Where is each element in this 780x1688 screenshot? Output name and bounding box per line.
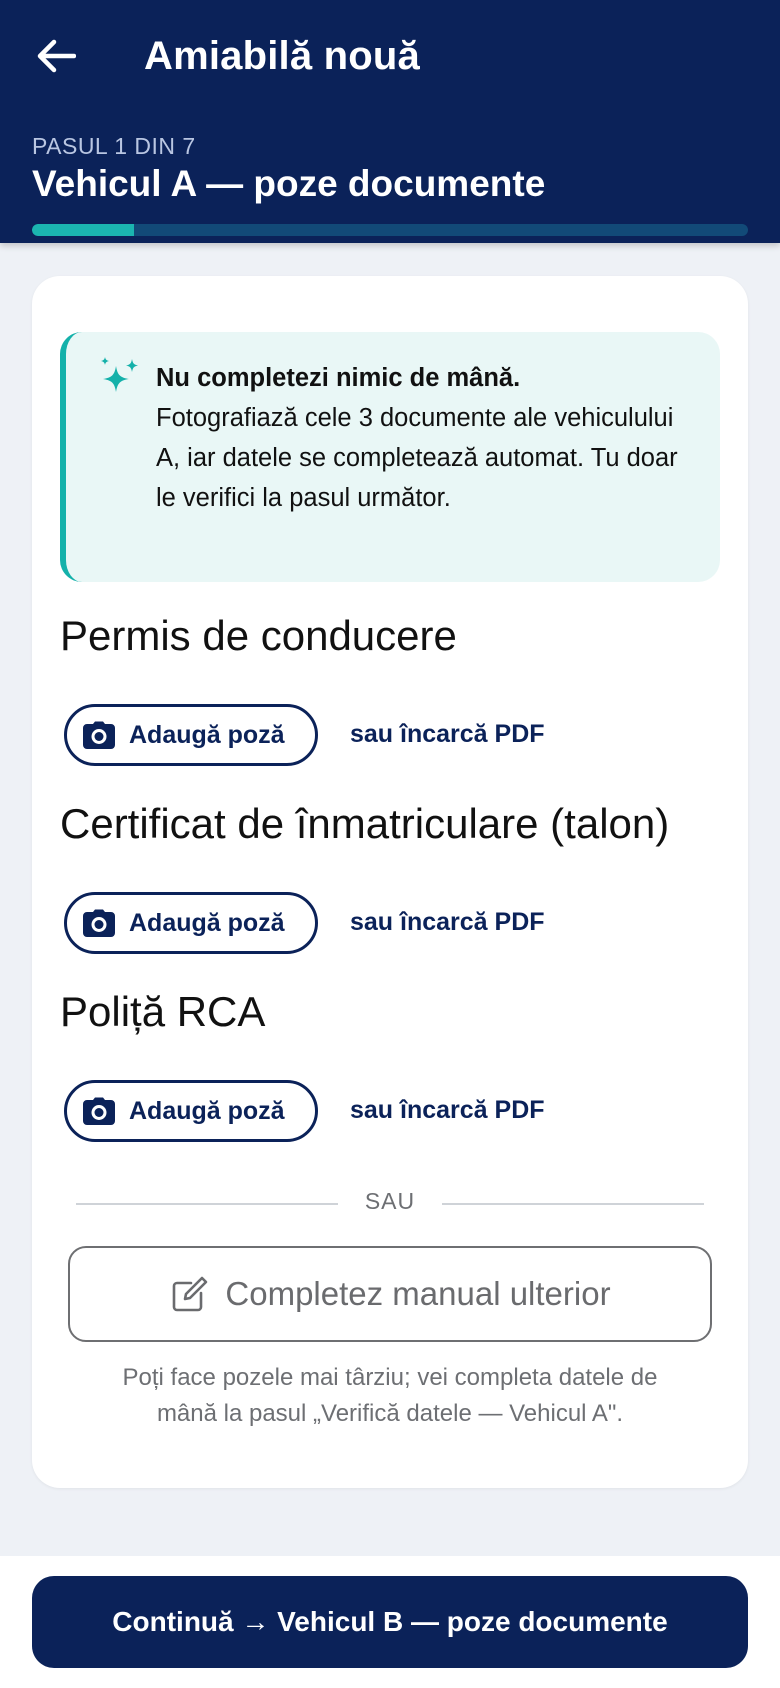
camera-icon: [83, 909, 115, 937]
continue-button[interactable]: Continuă → Vehicul B — poze documente: [32, 1576, 748, 1668]
add-photo-label: Adaugă poză: [129, 908, 285, 937]
back-button[interactable]: [28, 28, 84, 84]
step-title: Vehicul A — poze documente: [32, 163, 546, 204]
bottom-bar: Continuă → Vehicul B — poze documente: [0, 1556, 780, 1688]
divider-line-right: [442, 1203, 704, 1205]
doc-row-rca: Adaugă poză sau încarcă PDF: [64, 1080, 724, 1142]
doc-title-talon: Certificat de înmatriculare (talon): [60, 800, 670, 847]
add-photo-button[interactable]: Adaugă poză: [64, 1080, 318, 1142]
progress-bar: [32, 224, 748, 236]
app-header: Amiabilă nouă PASUL 1 DIN 7 Vehicul A — …: [0, 0, 780, 243]
info-text: Nu completezi nimic de mână. Fotografiaz…: [156, 358, 696, 518]
page-title: Amiabilă nouă: [144, 34, 420, 78]
divider-label: SAU: [364, 1188, 416, 1214]
doc-title-rca: Poliță RCA: [60, 988, 266, 1035]
camera-icon: [83, 721, 115, 749]
documents-card: Nu completezi nimic de mână. Fotografiaz…: [32, 276, 748, 1488]
add-photo-button[interactable]: Adaugă poză: [64, 704, 318, 766]
upload-pdf-link[interactable]: sau încarcă PDF: [350, 720, 545, 749]
add-photo-label: Adaugă poză: [129, 720, 285, 749]
upload-pdf-link[interactable]: sau încarcă PDF: [350, 908, 545, 937]
manual-entry-button[interactable]: Completez manual ulterior: [68, 1246, 712, 1342]
add-photo-label: Adaugă poză: [129, 1096, 285, 1125]
info-callout: Nu completezi nimic de mână. Fotografiaz…: [60, 332, 720, 582]
arrow-left-icon: [37, 39, 76, 73]
camera-icon: [83, 1097, 115, 1125]
manual-hint-text: Poți face pozele mai târziu; vei complet…: [122, 1364, 658, 1427]
upload-pdf-link[interactable]: sau încarcă PDF: [350, 1096, 545, 1125]
edit-icon: [173, 1276, 208, 1312]
add-photo-button[interactable]: Adaugă poză: [64, 892, 318, 954]
sparkles-icon: [101, 357, 138, 392]
doc-row-permis: Adaugă poză sau încarcă PDF: [64, 704, 724, 766]
info-body-text: Fotografiază cele 3 documente ale vehicu…: [156, 404, 678, 512]
step-counter: PASUL 1 DIN 7: [32, 133, 196, 159]
doc-row-talon: Adaugă poză sau încarcă PDF: [64, 892, 724, 954]
info-bold-text: Nu completezi nimic de mână.: [156, 364, 521, 392]
doc-title-permis: Permis de conducere: [60, 612, 457, 659]
progress-bar-fill: [32, 224, 135, 236]
manual-entry-label: Completez manual ulterior: [225, 1275, 611, 1312]
